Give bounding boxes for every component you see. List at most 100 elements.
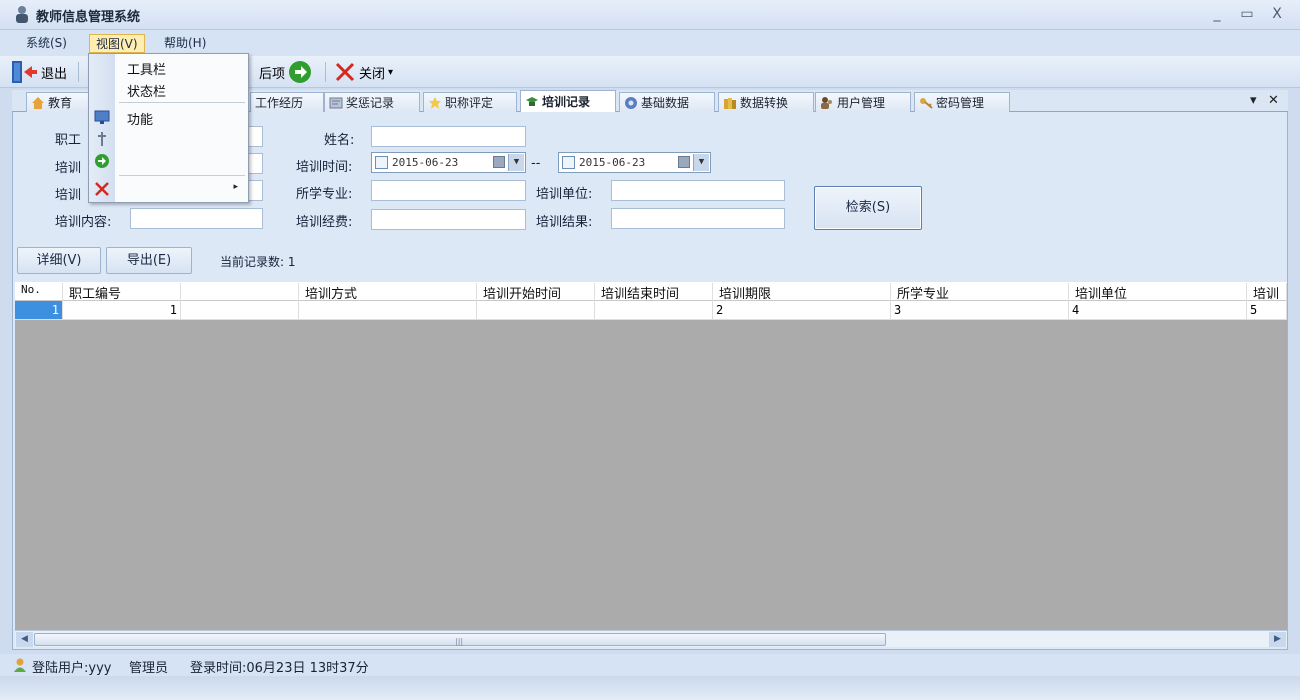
cell-end-time[interactable]: [595, 301, 713, 320]
tab-work-history[interactable]: 工作经历: [250, 92, 324, 112]
scroll-thumb[interactable]: |||: [34, 633, 886, 646]
train-unit-input[interactable]: [611, 180, 785, 201]
close-button[interactable]: 关闭 ▾: [334, 60, 393, 84]
detail-button[interactable]: 详细(V): [17, 247, 101, 274]
menu-help[interactable]: 帮助(H): [158, 34, 212, 53]
tab-close-icon[interactable]: ✕: [1268, 93, 1279, 108]
gear-icon: [625, 96, 637, 109]
books-icon: [724, 97, 736, 109]
label-train-period: 培训: [55, 188, 82, 203]
cell-train-more[interactable]: 5: [1247, 301, 1287, 320]
certificate-icon: [329, 97, 343, 108]
records-table: No. 职工编号 培训方式 培训开始时间 培训结束时间 培训期限 所学专业 培训…: [15, 282, 1287, 642]
train-time-from[interactable]: 2015-06-23 ▼: [371, 152, 526, 173]
cell-period[interactable]: 2: [713, 301, 891, 320]
arrow-right-icon: [289, 61, 312, 83]
date-from-value: 2015-06-23: [392, 156, 459, 169]
tab-rewards[interactable]: 奖惩记录: [324, 92, 420, 112]
col-train-more[interactable]: 培训: [1247, 283, 1287, 301]
menu-item-close[interactable]: ▸: [89, 178, 248, 200]
label-train-content: 培训内容:: [55, 215, 112, 230]
train-result-input[interactable]: [611, 208, 785, 229]
table-header: No. 职工编号 培训方式 培训开始时间 培训结束时间 培训期限 所学专业 培训…: [15, 282, 1287, 302]
cell-staff-id[interactable]: 1: [63, 301, 181, 320]
tab-training-records[interactable]: 培训记录: [520, 90, 616, 112]
col-no[interactable]: No.: [15, 283, 63, 301]
tab-label: 教育: [48, 96, 73, 110]
table-row[interactable]: 1 1 2 3 4 5: [15, 301, 1287, 320]
cell-unit[interactable]: 4: [1069, 301, 1247, 320]
teacher-icon: [16, 6, 28, 23]
date-from-dropdown-icon[interactable]: ▼: [508, 154, 524, 171]
window-title: 教师信息管理系统: [36, 10, 141, 25]
tab-basic-data[interactable]: 基础数据: [619, 92, 715, 112]
train-time-to[interactable]: 2015-06-23 ▼: [558, 152, 711, 173]
tab-label: 基础数据: [641, 96, 690, 110]
user-icon: [14, 658, 26, 672]
scroll-grip: |||: [455, 637, 464, 646]
status-bar: 登陆用户:yyy 管理员 登录时间:06月23日 13时37分: [0, 654, 1300, 676]
export-button[interactable]: 导出(E): [106, 247, 192, 274]
menu-item-pin[interactable]: [89, 128, 248, 150]
menu-item-label: 功能: [127, 113, 154, 128]
tab-user-management[interactable]: 用户管理: [815, 92, 911, 112]
exit-label: 退出: [41, 66, 68, 82]
tab-label: 密码管理: [936, 96, 985, 110]
scroll-right-icon[interactable]: ▶: [1269, 632, 1286, 647]
close-icon: [335, 62, 355, 82]
cell-major[interactable]: 3: [891, 301, 1069, 320]
col-staff-id[interactable]: 职工编号: [63, 283, 181, 302]
train-content-input[interactable]: [130, 208, 263, 229]
tab-data-conversion[interactable]: 数据转换: [718, 92, 814, 112]
tab-label: 用户管理: [837, 96, 886, 110]
date-to-dropdown-icon[interactable]: ▼: [693, 154, 709, 171]
menu-view[interactable]: 视图(V): [89, 34, 145, 53]
col-name[interactable]: [181, 283, 299, 301]
col-unit[interactable]: 培训单位: [1069, 283, 1247, 302]
monitor-icon: [94, 110, 110, 124]
menu-system[interactable]: 系统(S): [20, 34, 73, 53]
col-start-time[interactable]: 培训开始时间: [477, 283, 595, 302]
date-to-checkbox[interactable]: [562, 156, 575, 169]
col-major[interactable]: 所学专业: [891, 283, 1069, 302]
cell-start-time[interactable]: [477, 301, 595, 320]
cell-train-mode[interactable]: [299, 301, 477, 320]
col-period[interactable]: 培训期限: [713, 283, 891, 302]
title-bar: 教师信息管理系统 _ ▭ X: [0, 0, 1300, 30]
tab-list-dropdown-icon[interactable]: ▾: [1250, 93, 1257, 108]
menu-item-next[interactable]: [89, 150, 248, 172]
menu-item-toolbar[interactable]: 工具栏: [89, 56, 248, 78]
menu-item-label: 状态栏: [127, 85, 167, 100]
pin-icon: [98, 132, 106, 146]
train-fee-input[interactable]: [371, 209, 526, 230]
name-input[interactable]: [371, 126, 526, 147]
calendar-icon: [493, 156, 505, 168]
close-label: 关闭: [359, 66, 386, 82]
exit-button[interactable]: 退出: [10, 60, 67, 84]
major-input[interactable]: [371, 180, 526, 201]
tab-label: 数据转换: [740, 96, 789, 110]
tab-education[interactable]: 教育: [26, 92, 90, 112]
horizontal-scrollbar[interactable]: ◀ ||| ▶: [15, 630, 1287, 647]
exit-door-icon: [12, 61, 37, 83]
col-end-time[interactable]: 培训结束时间: [595, 283, 713, 302]
tab-title-evaluation[interactable]: 职称评定: [423, 92, 517, 112]
close-window-button[interactable]: X: [1266, 6, 1288, 24]
cell-name[interactable]: [181, 301, 299, 320]
tab-label: 奖惩记录: [346, 96, 395, 110]
search-button[interactable]: 检索(S): [814, 186, 922, 230]
col-train-mode[interactable]: 培训方式: [299, 283, 477, 302]
minimize-button[interactable]: _: [1206, 6, 1228, 24]
tab-password-management[interactable]: 密码管理: [914, 92, 1010, 112]
label-train-mode: 培训: [55, 161, 82, 176]
date-from-checkbox[interactable]: [375, 156, 388, 169]
date-to-value: 2015-06-23: [579, 156, 646, 169]
tab-label: 工作经历: [255, 96, 304, 110]
menu-item-function[interactable]: 功能: [89, 106, 248, 128]
scroll-left-icon[interactable]: ◀: [16, 632, 33, 647]
menu-separator: [119, 102, 245, 103]
maximize-button[interactable]: ▭: [1236, 6, 1258, 24]
close-dropdown-icon[interactable]: ▾: [388, 67, 393, 78]
next-button[interactable]: 后项: [259, 60, 312, 84]
menu-item-statusbar[interactable]: 状态栏: [89, 78, 248, 100]
